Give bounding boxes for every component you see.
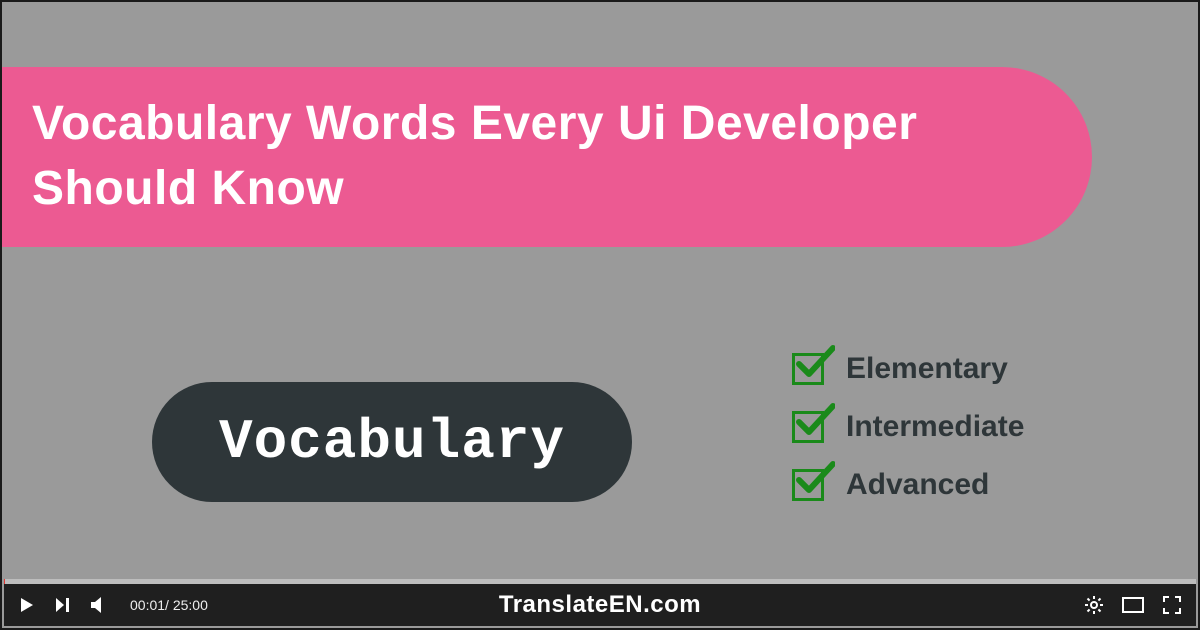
level-label: Intermediate: [846, 410, 1024, 444]
level-label: Elementary: [846, 352, 1008, 386]
list-item: Advanced: [792, 468, 1024, 502]
current-time: 00:01: [130, 597, 165, 613]
time-display: 00:01/ 25:00: [130, 597, 208, 613]
vocabulary-pill: Vocabulary: [152, 382, 632, 502]
level-label: Advanced: [846, 468, 989, 502]
gear-icon[interactable]: [1084, 595, 1104, 615]
fullscreen-icon[interactable]: [1162, 595, 1182, 615]
checkmark-icon: [795, 400, 835, 440]
video-frame: Vocabulary Words Every Ui Developer Shou…: [0, 0, 1200, 630]
player-controls: 00:01/ 25:00 TranslateEN.com: [4, 584, 1196, 626]
title-banner: Vocabulary Words Every Ui Developer Shou…: [2, 67, 1092, 247]
checkbox-elementary: [792, 353, 824, 385]
list-item: Elementary: [792, 352, 1024, 386]
watermark-text: TranslateEN.com: [499, 591, 701, 619]
duration: 25:00: [173, 597, 208, 613]
vocab-label: Vocabulary: [219, 410, 565, 474]
next-icon[interactable]: [54, 596, 72, 614]
theater-icon[interactable]: [1122, 597, 1144, 613]
volume-icon[interactable]: [90, 596, 110, 614]
checkmark-icon: [795, 342, 835, 382]
page-title: Vocabulary Words Every Ui Developer Shou…: [32, 92, 1092, 222]
list-item: Intermediate: [792, 410, 1024, 444]
checkmark-icon: [795, 458, 835, 498]
checkbox-intermediate: [792, 411, 824, 443]
play-icon[interactable]: [18, 596, 36, 614]
checkbox-advanced: [792, 469, 824, 501]
level-list: Elementary Intermediate Advanced: [792, 352, 1024, 502]
